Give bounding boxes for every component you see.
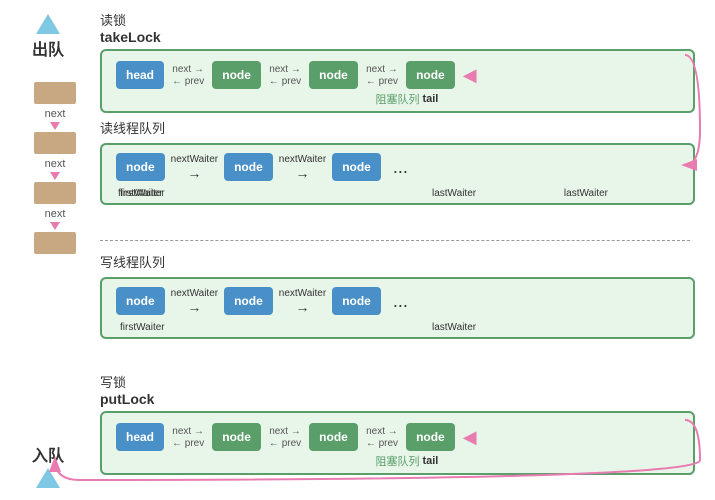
wt-node2: node — [224, 287, 273, 315]
rt-first-waiter-abs: firstWaiter — [120, 188, 165, 199]
queue-block-3 — [34, 182, 76, 204]
write-thread-title-text: 写线程队列 — [100, 255, 165, 270]
wt-node2-wrap: node — [224, 287, 273, 315]
writelock-node2-wrap: node — [309, 423, 358, 451]
read-thread-title-text: 读线程队列 — [100, 121, 165, 136]
writelock-node1: node — [212, 423, 261, 451]
rt-dots: ... — [393, 157, 408, 178]
readlock-green-box: head next → ← prev node next → ← prev no… — [100, 49, 695, 113]
writelock-title-en: putLock — [100, 391, 154, 407]
next-label-1: next — [45, 108, 66, 120]
enqueue-arrow-icon — [36, 468, 60, 488]
readlock-node2-wrap: node — [309, 61, 358, 89]
wt-dots: ... — [393, 291, 408, 312]
next-label-2: next — [45, 158, 66, 170]
between-n2-n3: next → ← prev — [366, 64, 398, 87]
readlock-title-en: takeLock — [100, 29, 161, 45]
rt-node2-wrap: node — [224, 153, 273, 181]
rt-last-waiter-abs: lastWaiter — [432, 188, 476, 199]
between-wl-head-n1: next → ← prev — [172, 426, 204, 449]
writelock-pink-arrow: ◀ — [463, 427, 477, 448]
wt-arrow2: nextWaiter → — [279, 288, 326, 315]
writelock-blocked-label: 阻塞队列 — [376, 453, 420, 469]
rt-node3: node — [332, 153, 381, 181]
readlock-node3: node — [406, 61, 455, 89]
writelock-tail-label: tail — [422, 455, 438, 467]
enqueue-label: 入队 — [32, 442, 64, 488]
divider — [100, 240, 690, 241]
queue-block-4 — [34, 232, 76, 254]
readlock-pink-arrow: ◀ — [463, 65, 477, 86]
wt-node3-wrap: node — [332, 287, 381, 315]
rt-node2: node — [224, 153, 273, 181]
between-wl-n1-n2: next → ← prev — [269, 426, 301, 449]
read-thread-green-box: node firstWaiter nextWaiter → node nextW… — [100, 143, 695, 205]
readlock-node1: node — [212, 61, 261, 89]
left-queue: 出队 next next next 入队 — [18, 0, 90, 500]
dequeue-arrow-icon — [36, 14, 60, 34]
writelock-head-wrap: head — [116, 423, 164, 451]
readlock-blocked-label: 阻塞队列 — [376, 91, 420, 107]
down-arrow-1 — [50, 122, 60, 130]
queue-blocks: next next next — [34, 80, 76, 256]
write-thread-title: 写线程队列 — [100, 252, 695, 271]
writelock-node3: node — [406, 423, 455, 451]
writelock-head-node: head — [116, 423, 164, 451]
enqueue-text: 入队 — [32, 442, 64, 466]
rt-node1: node — [116, 153, 165, 181]
rt-last-waiter: lastWaiter — [564, 188, 608, 199]
rt-arrow2: nextWaiter → — [279, 154, 326, 181]
readlock-node3-wrap: node tail — [406, 61, 455, 89]
dequeue-label: 出队 — [32, 14, 64, 60]
readlock-section: 读锁 takeLock head next → ← prev node — [100, 10, 695, 113]
readlock-title: 读锁 takeLock — [100, 10, 695, 45]
dequeue-text: 出队 — [32, 36, 64, 60]
readlock-title-cn: 读锁 — [100, 13, 126, 28]
queue-block-2 — [34, 132, 76, 154]
write-thread-section: 写线程队列 node nextWaiter → node nextWaiter … — [100, 252, 695, 339]
writelock-node3-wrap: node tail — [406, 423, 455, 451]
down-arrow-2 — [50, 172, 60, 180]
readlock-node2: node — [309, 61, 358, 89]
read-thread-title: 读线程队列 — [100, 118, 695, 137]
wt-node3: node — [332, 287, 381, 315]
readlock-head-node: head — [116, 61, 164, 89]
readlock-node1-wrap: node — [212, 61, 261, 89]
wt-node1: node — [116, 287, 165, 315]
writelock-title-cn: 写锁 — [100, 375, 126, 390]
writelock-node1-wrap: node — [212, 423, 261, 451]
wt-last-waiter-abs: lastWaiter — [432, 322, 476, 333]
down-arrow-3 — [50, 222, 60, 230]
wt-node1-wrap: node — [116, 287, 165, 315]
writelock-title: 写锁 putLock — [100, 372, 695, 407]
queue-block-1 — [34, 82, 76, 104]
between-n1-n2: next → ← prev — [269, 64, 301, 87]
wt-first-waiter-abs: firstWaiter — [120, 322, 165, 333]
readlock-tail-label: tail — [422, 93, 438, 105]
readlock-head-wrap: head — [116, 61, 164, 89]
writelock-section: 写锁 putLock head next → ← prev node next … — [100, 372, 695, 475]
between-wl-n2-n3: next → ← prev — [366, 426, 398, 449]
next-label-3: next — [45, 208, 66, 220]
rt-node3-wrap: node lastWaiter — [332, 153, 381, 181]
read-thread-section: 读线程队列 node firstWaiter nextWaiter → node… — [100, 118, 695, 205]
writelock-green-box: head next → ← prev node next → ← prev no… — [100, 411, 695, 475]
rt-node1-wrap: node firstWaiter — [116, 153, 165, 181]
write-thread-green-box: node nextWaiter → node nextWaiter → node… — [100, 277, 695, 339]
between-head-n1: next → ← prev — [172, 64, 204, 87]
rt-arrow1: nextWaiter → — [171, 154, 218, 181]
wt-arrow1: nextWaiter → — [171, 288, 218, 315]
writelock-node2: node — [309, 423, 358, 451]
diagram-container: 出队 next next next 入队 读锁 takeLock — [0, 0, 715, 500]
